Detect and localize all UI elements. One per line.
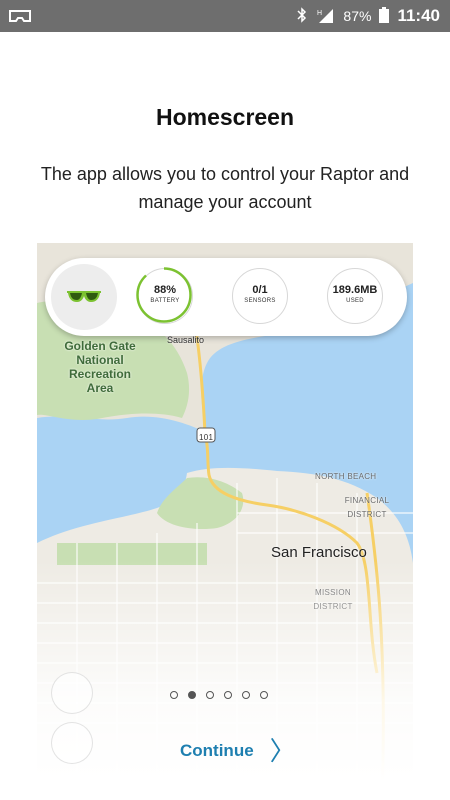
chevron-right-icon: 〉 [269,736,296,766]
page-indicator [170,691,268,699]
north-beach-label: NORTH BEACH [315,472,377,481]
page-dot[interactable] [206,691,214,699]
storage-value: 189.6MB [332,284,378,296]
page-dot[interactable] [224,691,232,699]
clock: 11:40 [397,6,440,25]
battery-stat: 88% BATTERY [136,267,193,324]
device-status-card: 88% BATTERY 0/1 SENSORS 189.6MB USED [45,258,407,336]
page-dot[interactable] [170,691,178,699]
route-101-label: 101 [199,433,214,442]
bluetooth-icon [297,6,307,26]
storage-label: USED [346,298,364,304]
storage-stat: 189.6MB USED [327,268,383,324]
status-bar: H 87% 11:40 [0,0,450,32]
park-label: Golden Gate National Recreation Area [64,339,136,395]
page-subtitle: The app allows you to control your Rapto… [40,164,410,212]
share-icon [51,722,93,764]
locate-icon [51,672,93,714]
financial-district-label: FINANCIAL DISTRICT [344,496,390,519]
continue-label: Continue [180,741,254,760]
svg-text:H: H [317,10,322,17]
page-dot[interactable] [188,691,196,699]
page-title: Homescreen [155,104,295,130]
battery-ring [136,267,192,323]
san-francisco-label: San Francisco [271,544,367,561]
sensors-value: 0/1 [252,284,268,296]
signal-icon: H [315,7,335,26]
sensors-label: SENSORS [244,298,276,304]
page-dot[interactable] [242,691,250,699]
glasses-icon [51,264,117,330]
vr-headset-icon [8,7,32,30]
page-dot[interactable] [260,691,268,699]
mission-district-label: MISSION DISTRICT [313,588,353,611]
sensors-stat: 0/1 SENSORS [232,268,288,324]
continue-button[interactable]: Continue 〉 [180,738,296,764]
battery-icon [379,6,390,26]
battery-percent: 87% [343,8,372,24]
